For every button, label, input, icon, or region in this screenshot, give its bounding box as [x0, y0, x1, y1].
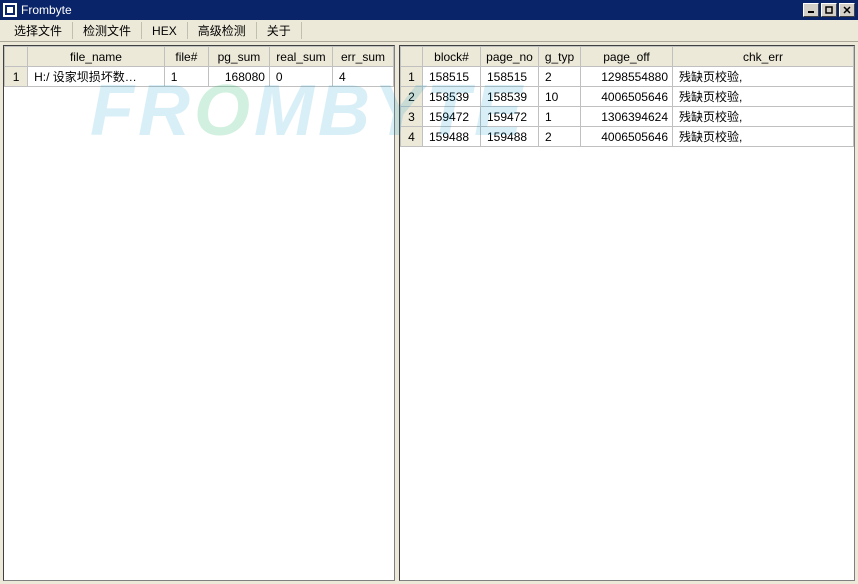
table-row[interactable]: 1 H:/ 设家坝损坏数… 1 168080 0 4 [5, 67, 394, 87]
left-pane[interactable]: file_name file# pg_sum real_sum err_sum … [3, 45, 395, 581]
cell-err-sum: 4 [333, 67, 394, 87]
cell-g-typ: 2 [539, 67, 581, 87]
right-pane[interactable]: block# page_no g_typ page_off chk_err 11… [399, 45, 855, 581]
cell-chk-err: 残缺页校验, [673, 67, 854, 87]
col-page-off[interactable]: page_off [581, 47, 673, 67]
cell-g-typ: 10 [539, 87, 581, 107]
cell-pg-sum: 168080 [208, 67, 269, 87]
cell-page-no: 158515 [481, 67, 539, 87]
row-index: 1 [401, 67, 423, 87]
col-err-sum[interactable]: err_sum [333, 47, 394, 67]
cell-chk-err: 残缺页校验, [673, 107, 854, 127]
col-block[interactable]: block# [423, 47, 481, 67]
cell-page-off: 4006505646 [581, 127, 673, 147]
left-table: file_name file# pg_sum real_sum err_sum … [4, 46, 394, 87]
row-index: 1 [5, 67, 28, 87]
cell-block: 159488 [423, 127, 481, 147]
col-rownum[interactable] [5, 47, 28, 67]
cell-page-no: 159488 [481, 127, 539, 147]
window-title: Frombyte [21, 3, 803, 17]
app-icon [3, 3, 17, 17]
title-bar: Frombyte [0, 0, 858, 20]
cell-real-sum: 0 [269, 67, 332, 87]
maximize-button[interactable] [821, 3, 837, 17]
menu-advanced-check[interactable]: 高级检测 [188, 22, 257, 39]
cell-block: 158515 [423, 67, 481, 87]
right-table: block# page_no g_typ page_off chk_err 11… [400, 46, 854, 147]
menu-bar: 选择文件 检测文件 HEX 高级检测 关于 [0, 20, 858, 42]
cell-chk-err: 残缺页校验, [673, 127, 854, 147]
close-button[interactable] [839, 3, 855, 17]
menu-hex[interactable]: HEX [142, 22, 188, 39]
row-index: 4 [401, 127, 423, 147]
col-real-sum[interactable]: real_sum [269, 47, 332, 67]
col-file-name[interactable]: file_name [28, 47, 165, 67]
col-chk-err[interactable]: chk_err [673, 47, 854, 67]
content-area: file_name file# pg_sum real_sum err_sum … [0, 42, 858, 584]
cell-file-name: H:/ 设家坝损坏数… [28, 67, 165, 87]
menu-about[interactable]: 关于 [257, 22, 302, 39]
table-row[interactable]: 315947215947211306394624残缺页校验, [401, 107, 854, 127]
col-rownum[interactable] [401, 47, 423, 67]
window-buttons [803, 3, 855, 17]
col-page-no[interactable]: page_no [481, 47, 539, 67]
left-table-header-row: file_name file# pg_sum real_sum err_sum [5, 47, 394, 67]
col-file-no[interactable]: file# [164, 47, 208, 67]
row-index: 3 [401, 107, 423, 127]
menu-check-file[interactable]: 检测文件 [73, 22, 142, 39]
cell-page-no: 159472 [481, 107, 539, 127]
col-pg-sum[interactable]: pg_sum [208, 47, 269, 67]
table-row[interactable]: 2158539158539104006505646残缺页校验, [401, 87, 854, 107]
cell-chk-err: 残缺页校验, [673, 87, 854, 107]
cell-g-typ: 2 [539, 127, 581, 147]
cell-page-off: 4006505646 [581, 87, 673, 107]
cell-block: 159472 [423, 107, 481, 127]
col-g-typ[interactable]: g_typ [539, 47, 581, 67]
cell-file-no: 1 [164, 67, 208, 87]
row-index: 2 [401, 87, 423, 107]
cell-block: 158539 [423, 87, 481, 107]
right-table-header-row: block# page_no g_typ page_off chk_err [401, 47, 854, 67]
minimize-button[interactable] [803, 3, 819, 17]
cell-page-off: 1298554880 [581, 67, 673, 87]
cell-g-typ: 1 [539, 107, 581, 127]
table-row[interactable]: 115851515851521298554880残缺页校验, [401, 67, 854, 87]
menu-select-file[interactable]: 选择文件 [4, 22, 73, 39]
cell-page-off: 1306394624 [581, 107, 673, 127]
table-row[interactable]: 415948815948824006505646残缺页校验, [401, 127, 854, 147]
cell-page-no: 158539 [481, 87, 539, 107]
